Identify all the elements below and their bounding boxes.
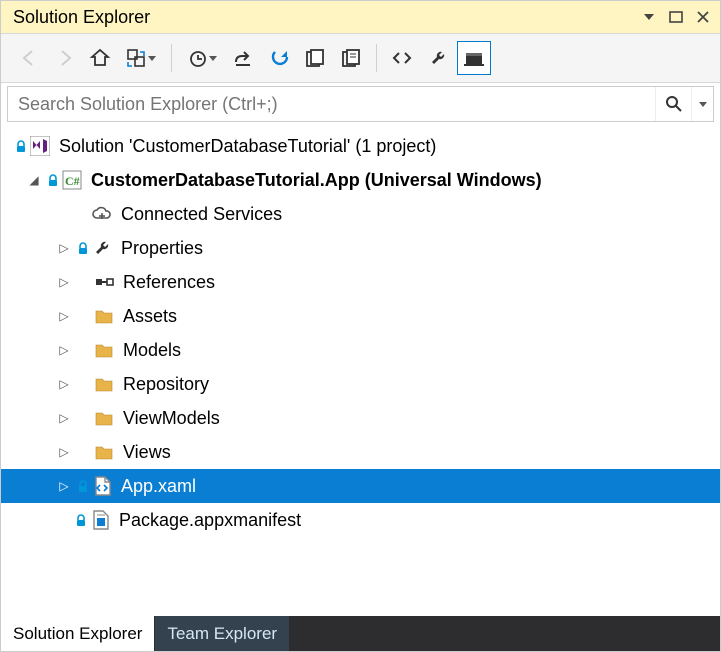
project-label: CustomerDatabaseTutorial.App (Universal … <box>87 170 542 191</box>
forward-button[interactable] <box>47 41 81 75</box>
tree-item-label: References <box>119 272 215 293</box>
window-options-icon[interactable] <box>640 8 658 26</box>
chevron-down-icon <box>209 56 217 61</box>
search-button[interactable] <box>655 87 691 121</box>
references-icon <box>93 271 115 293</box>
folder-icon <box>93 373 115 395</box>
copy-view-button[interactable] <box>334 41 368 75</box>
pending-changes-button[interactable] <box>180 41 224 75</box>
cloud-icon <box>91 203 113 225</box>
tab-team-explorer[interactable]: Team Explorer <box>154 616 289 651</box>
home-button[interactable] <box>83 41 117 75</box>
expand-arrow-icon[interactable]: ▷ <box>55 377 73 391</box>
xaml-file-icon <box>91 475 113 497</box>
search-input[interactable] <box>8 87 655 121</box>
tree-item-label: App.xaml <box>117 476 196 497</box>
separator <box>376 44 377 72</box>
tree-item-views[interactable]: ▷ Views <box>1 435 720 469</box>
tree-item-references[interactable]: ▷ References <box>1 265 720 299</box>
folder-icon <box>93 441 115 463</box>
expand-arrow-icon[interactable]: ▷ <box>55 479 73 493</box>
folder-icon <box>93 339 115 361</box>
tree-item-label: ViewModels <box>119 408 220 429</box>
preview-selected-button[interactable] <box>457 41 491 75</box>
tree-item-manifest[interactable]: Package.appxmanifest <box>1 503 720 537</box>
tree-item-label: Properties <box>117 238 203 259</box>
tree-item-app-xaml[interactable]: ▷ App.xaml <box>1 469 720 503</box>
tree-item-connected-services[interactable]: Connected Services <box>1 197 720 231</box>
search-bar <box>7 86 714 122</box>
lock-icon <box>77 241 89 255</box>
show-all-files-button[interactable] <box>298 41 332 75</box>
lock-icon <box>75 513 87 527</box>
lock-icon <box>47 173 59 187</box>
maximize-icon[interactable] <box>667 8 685 26</box>
lock-icon <box>15 139 27 153</box>
expand-arrow-icon[interactable]: ▷ <box>55 241 73 255</box>
tree-item-label: Models <box>119 340 181 361</box>
tree-item-properties[interactable]: ▷ Properties <box>1 231 720 265</box>
tree-item-label: Assets <box>119 306 177 327</box>
tree-item-label: Package.appxmanifest <box>115 510 301 531</box>
chevron-down-icon <box>699 102 707 107</box>
window-buttons <box>640 8 712 26</box>
expand-arrow-icon[interactable]: ▷ <box>55 411 73 425</box>
vs-solution-icon <box>29 135 51 157</box>
tree-item-label: Connected Services <box>117 204 282 225</box>
wrench-icon <box>91 237 113 259</box>
properties-button[interactable] <box>421 41 455 75</box>
solution-tree: Solution 'CustomerDatabaseTutorial' (1 p… <box>1 125 720 616</box>
tree-item-label: Views <box>119 442 171 463</box>
toolbar <box>1 33 720 83</box>
panel-title: Solution Explorer <box>13 7 150 28</box>
close-icon[interactable] <box>694 8 712 26</box>
back-button[interactable] <box>11 41 45 75</box>
tree-item-assets[interactable]: ▷ Assets <box>1 299 720 333</box>
expand-arrow-icon[interactable]: ▷ <box>55 445 73 459</box>
expand-arrow-icon[interactable]: ▷ <box>55 309 73 323</box>
chevron-down-icon <box>148 56 156 61</box>
tree-item-label: Repository <box>119 374 209 395</box>
project-node[interactable]: ◢ CustomerDatabaseTutorial.App (Universa… <box>1 163 720 197</box>
search-options-button[interactable] <box>691 87 713 121</box>
sync-views-button[interactable] <box>119 41 163 75</box>
folder-icon <box>93 305 115 327</box>
refresh-button[interactable] <box>262 41 296 75</box>
expand-arrow-icon[interactable]: ◢ <box>25 173 43 187</box>
solution-node[interactable]: Solution 'CustomerDatabaseTutorial' (1 p… <box>1 129 720 163</box>
bottom-tabstrip: Solution Explorer Team Explorer <box>1 616 720 651</box>
expand-arrow-icon[interactable]: ▷ <box>55 275 73 289</box>
tab-solution-explorer[interactable]: Solution Explorer <box>1 616 154 651</box>
search-icon <box>664 94 684 114</box>
separator <box>171 44 172 72</box>
collapse-all-button[interactable] <box>226 41 260 75</box>
manifest-file-icon <box>89 509 111 531</box>
folder-icon <box>93 407 115 429</box>
tree-item-viewmodels[interactable]: ▷ ViewModels <box>1 401 720 435</box>
expand-arrow-icon[interactable]: ▷ <box>55 343 73 357</box>
tree-item-repository[interactable]: ▷ Repository <box>1 367 720 401</box>
lock-icon <box>77 479 89 493</box>
view-code-button[interactable] <box>385 41 419 75</box>
tree-item-models[interactable]: ▷ Models <box>1 333 720 367</box>
solution-label: Solution 'CustomerDatabaseTutorial' (1 p… <box>55 136 436 157</box>
csharp-project-icon <box>61 169 83 191</box>
titlebar: Solution Explorer <box>1 1 720 33</box>
